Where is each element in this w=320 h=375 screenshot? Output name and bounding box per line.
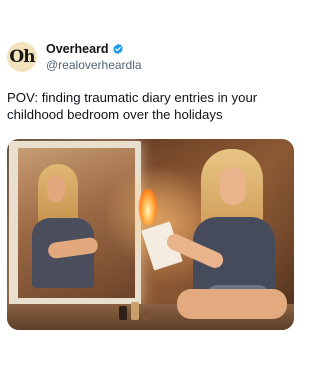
avatar[interactable]: Oh — [7, 42, 37, 72]
post-header: Oh Overheard @realoverheardla — [7, 41, 142, 73]
woman-legs — [177, 289, 287, 319]
name-row: Overheard — [46, 41, 142, 57]
verified-badge-icon — [112, 43, 124, 55]
bottle — [119, 306, 127, 320]
post-text: POV: finding traumatic diary entries in … — [7, 90, 258, 122]
handle[interactable]: @realoverheardla — [46, 57, 142, 73]
bottle — [131, 302, 139, 320]
account-meta: Overheard @realoverheardla — [46, 41, 142, 73]
post-image[interactable] — [7, 139, 294, 330]
display-name[interactable]: Overheard — [46, 41, 109, 57]
flame — [139, 189, 157, 225]
avatar-text: Oh — [9, 47, 35, 67]
reflection-face — [47, 176, 65, 202]
woman-face — [220, 167, 246, 205]
bottle — [143, 309, 151, 320]
